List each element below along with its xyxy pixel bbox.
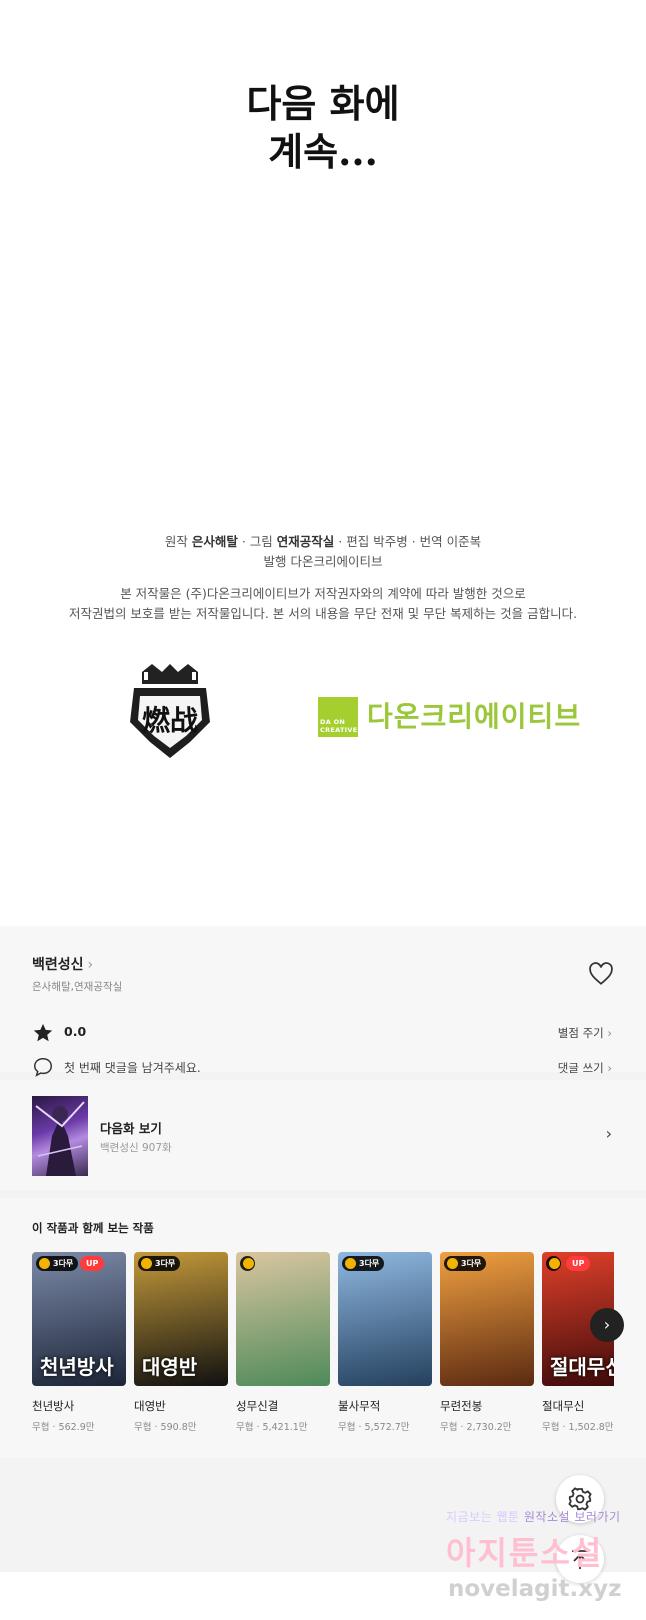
wait-free-badge: 3다무: [36, 1256, 79, 1271]
recommendation-cover: 3다무: [338, 1252, 432, 1386]
recommendation-carousel: 3다무 UP 천년방사 천년방사 무협 · 562.9만 3다무 대영반 대영반 무협 · 59…: [32, 1252, 614, 1442]
work-title-link[interactable]: 백련성신 ›: [32, 954, 93, 974]
publisher-logo-square-text: DA ON CREATIVE: [320, 718, 358, 734]
recommendation-meta: 무협 · 5,421.1만: [236, 1422, 308, 1433]
recommendation-cover: [236, 1252, 330, 1386]
recommendation-cover: 3다무대영반: [134, 1252, 228, 1386]
carousel-next-button[interactable]: ›: [590, 1308, 624, 1342]
recommendation-card[interactable]: 3다무 대영반 대영반 무협 · 590.8만: [134, 1252, 228, 1433]
recommendation-card[interactable]: 성무신결무협 · 5,421.1만: [236, 1252, 330, 1433]
publisher-logo-square: DA ON CREATIVE: [318, 697, 358, 737]
recommendation-meta: 무협 · 2,730.2만: [440, 1422, 512, 1433]
rate-button[interactable]: 별점 주기 ›: [558, 1025, 612, 1041]
edit-label: 편집: [346, 534, 370, 549]
recommendation-title: 무련전봉: [440, 1399, 483, 1413]
to-be-continued-line1: 다음 화에: [246, 81, 400, 126]
next-episode-thumbnail: [32, 1096, 88, 1176]
write-comment-label: 댓글 쓰기: [557, 1061, 604, 1075]
recommendation-cover: 3다무: [440, 1252, 534, 1386]
clock-icon: [546, 1256, 561, 1271]
publisher-logo-text: 다온크리에이티브: [367, 700, 582, 733]
original-label: 원작: [164, 534, 188, 549]
recommendation-title: 절대무신: [542, 1399, 585, 1413]
copyright-notice-1: 본 저작물은 (주)다온크리에이티브가 저작권자와의 계약에 따라 발행한 것으…: [120, 586, 526, 601]
recommendation-title: 성무신결: [236, 1399, 279, 1413]
up-badge: UP: [566, 1256, 591, 1271]
studio-logo-text: 燃战: [142, 704, 198, 737]
chevron-right-icon: ›: [87, 957, 94, 973]
recommendation-meta: 무협 · 562.9만: [32, 1422, 95, 1433]
recommendations-heading: 이 작품과 함께 보는 작품: [32, 1221, 154, 1235]
credits-line-1: 원작 은사해탈 · 그림 연재공작실 · 편집 박주병 · 번역 이준복: [164, 534, 482, 549]
recommendation-title: 천년방사: [32, 1399, 75, 1413]
translate-label: 번역: [419, 534, 443, 549]
wait-free-badge: 3다무: [138, 1256, 181, 1271]
cover-title-art: 천년방사: [40, 1355, 114, 1379]
recommendation-card[interactable]: 3다무 UP 천년방사 천년방사 무협 · 562.9만: [32, 1252, 126, 1433]
up-badge: UP: [80, 1256, 105, 1271]
recommendation-title: 불사무적: [338, 1399, 381, 1413]
credits-block: 원작 은사해탈 · 그림 연재공작실 · 편집 박주병 · 번역 이준복 발행 …: [0, 532, 646, 624]
recommendation-title: 대영반: [134, 1399, 166, 1413]
art-label: 그림: [249, 534, 273, 549]
recommendation-meta: 무협 · 590.8만: [134, 1422, 197, 1433]
cover-title-art: 대영반: [142, 1355, 198, 1379]
work-title: 백련성신: [32, 957, 84, 973]
chevron-right-icon: ›: [607, 1026, 612, 1040]
work-info-panel: 백련성신 › 은사해탈,연재공작실 0.0 별점 주기 › 첫 번째 댓글을 남겨…: [0, 926, 646, 1077]
credits-line-2: 발행 다온크리에이티브: [0, 552, 646, 572]
next-episode-panel[interactable]: 다음화 보기 백련성신 907화 ›: [0, 1080, 646, 1190]
work-authors: 은사해탈,연재공작실: [32, 981, 123, 993]
clock-icon: [240, 1256, 255, 1271]
watermark-line1a: 지금보는 웹툰: [446, 1510, 520, 1524]
chevron-right-icon: ›: [607, 1061, 612, 1075]
cover-title-art: 절대무신: [550, 1355, 614, 1379]
recommendation-cover: 3다무 UP 천년방사: [32, 1252, 126, 1386]
recommendation-card[interactable]: 3다무불사무적무협 · 5,572.7만: [338, 1252, 432, 1433]
watermark-line1: 지금보는 웹툰 원작소설 보러가기: [446, 1508, 621, 1525]
recommendation-meta: 무협 · 1,502.8만: [542, 1422, 614, 1433]
editor-name: 박주병: [373, 534, 408, 549]
star-icon: [33, 1023, 53, 1042]
comment-bubble-icon: [34, 1058, 52, 1077]
heart-icon[interactable]: [588, 962, 614, 986]
publish-label: 발행: [263, 554, 287, 569]
watermark-line1b: 원작소설 보러가기: [523, 1510, 621, 1524]
to-be-continued-text: 다음 화에 계속...: [0, 80, 646, 176]
wait-free-badge: 3다무: [444, 1256, 487, 1271]
recommendations-panel: 이 작품과 함께 보는 작품 3다무 UP 천년방사 천년방사 무협 · 562.9만 3…: [0, 1198, 646, 1458]
art-author: 연재공작실: [276, 534, 335, 549]
translator-name: 이준복: [446, 534, 482, 549]
comic-info-area: 백련성신 › 은사해탈,연재공작실 0.0 별점 주기 › 첫 번째 댓글을 남겨…: [0, 926, 646, 1572]
next-episode-subtitle: 백련성신 907화: [100, 1142, 172, 1154]
next-episode-label: 다음화 보기: [100, 1121, 162, 1136]
studio-logo: 燃战: [130, 664, 210, 758]
recommendation-meta: 무협 · 5,572.7만: [338, 1422, 410, 1433]
publisher-name: 다온크리에이티브: [290, 554, 383, 569]
copyright-notice-2: 저작권법의 보호를 받는 저작물입니다. 본 서의 내용을 무단 전재 및 무단…: [68, 606, 578, 621]
write-comment-button[interactable]: 댓글 쓰기 ›: [558, 1060, 612, 1076]
rating-value: 0.0: [64, 1024, 87, 1039]
rate-button-label: 별점 주기: [557, 1026, 604, 1040]
to-be-continued-line2: 계속...: [268, 129, 378, 174]
recommendation-card[interactable]: 3다무무련전봉무협 · 2,730.2만: [440, 1252, 534, 1433]
wait-free-badge: 3다무: [342, 1256, 385, 1271]
recommendation-card[interactable]: UP절대무신절대무신무협 · 1,502.8만: [542, 1252, 614, 1433]
chevron-right-icon: ›: [605, 1124, 612, 1143]
watermark-line3: novelagit.xyz: [448, 1576, 622, 1602]
watermark-line2: 아지툰소설: [446, 1534, 604, 1572]
original-author: 은사해탈: [191, 534, 238, 549]
comment-prompt[interactable]: 첫 번째 댓글을 남겨주세요.: [64, 1059, 201, 1076]
